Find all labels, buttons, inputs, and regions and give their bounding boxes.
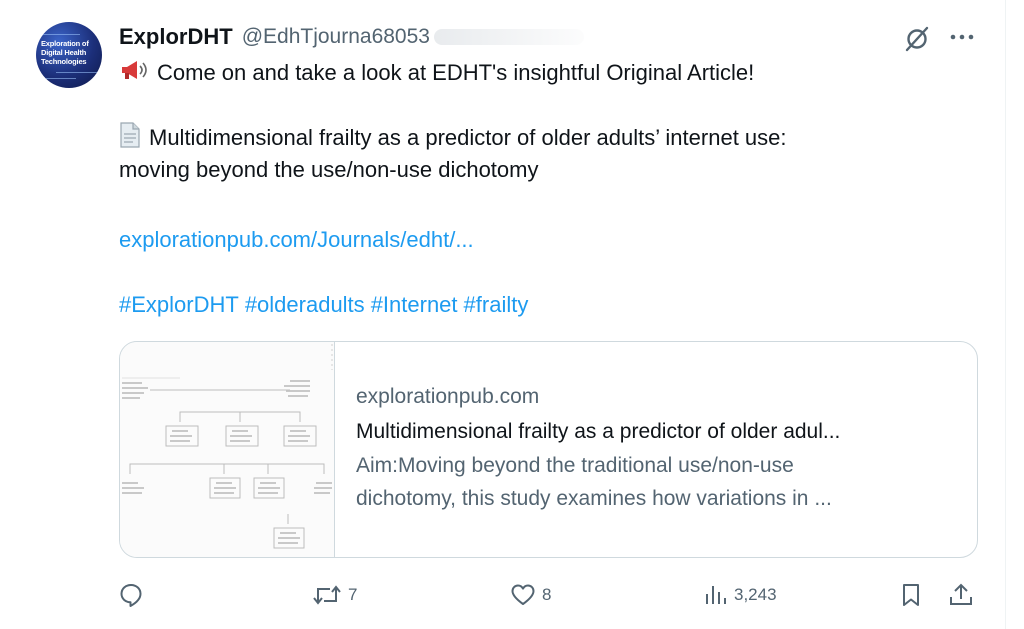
like-button[interactable]: 8 [510, 582, 551, 608]
bookmark-icon [900, 582, 922, 608]
document-icon [119, 122, 141, 156]
more-icon[interactable] [947, 25, 977, 49]
article-title-text: Multidimensional frailty as a predictor … [149, 124, 787, 150]
card-thumbnail [120, 342, 335, 557]
hashtag[interactable]: #Internet [371, 292, 458, 317]
repost-button[interactable]: 7 [312, 582, 357, 608]
display-name[interactable]: ExplorDHT [119, 24, 233, 50]
views-count: 3,243 [734, 585, 777, 604]
tweet-container[interactable]: Exploration of Digital Health Technologi… [0, 0, 1006, 629]
bookmark-button[interactable] [900, 582, 922, 608]
share-button[interactable] [948, 582, 974, 608]
grok-icon[interactable] [903, 25, 931, 53]
card-title: Multidimensional frailty as a predictor … [356, 420, 841, 443]
tweet-intro-text: Come on and take a look at EDHT's insigh… [157, 60, 755, 85]
tweet-header: ExplorDHT @EdhTjourna68053 [119, 22, 584, 52]
heart-icon [510, 582, 536, 608]
action-bar: 7 8 3,243 [0, 578, 1006, 614]
article-title-text-cont: moving beyond the use/non-use dichotomy [119, 157, 539, 182]
share-icon [948, 582, 974, 608]
card-description: dichotomy, this study examines how varia… [356, 487, 832, 510]
reply-button[interactable] [118, 582, 150, 608]
user-handle[interactable]: @EdhTjourna68053 [242, 25, 430, 49]
hashtag-list: #ExplorDHT #olderadults #Internet #frailty [119, 290, 534, 320]
like-count: 8 [542, 585, 552, 604]
views-icon [704, 582, 728, 608]
views-button[interactable]: 3,243 [704, 582, 777, 608]
card-text: explorationpub.com Multidimensional frai… [356, 382, 966, 515]
reply-icon [118, 582, 144, 608]
avatar-text: Exploration of Digital Health Technologi… [41, 39, 89, 66]
hashtag[interactable]: #ExplorDHT [119, 292, 239, 317]
hashtag[interactable]: #olderadults [245, 292, 365, 317]
tweet-text-line: Multidimensional frailty as a predictor … [119, 122, 787, 156]
blurred-region [433, 29, 584, 45]
avatar[interactable]: Exploration of Digital Health Technologi… [36, 22, 102, 88]
megaphone-icon [119, 59, 149, 89]
card-description: Aim:Moving beyond the traditional use/no… [356, 454, 794, 477]
repost-icon [312, 582, 342, 608]
card-domain: explorationpub.com [356, 385, 540, 408]
link-preview-card[interactable]: explorationpub.com Multidimensional frai… [119, 341, 978, 558]
repost-count: 7 [348, 585, 358, 604]
hashtag[interactable]: #frailty [464, 292, 529, 317]
tweet-text-line: Come on and take a look at EDHT's insigh… [119, 58, 754, 89]
article-link[interactable]: explorationpub.com/Journals/edht/... [119, 225, 474, 255]
